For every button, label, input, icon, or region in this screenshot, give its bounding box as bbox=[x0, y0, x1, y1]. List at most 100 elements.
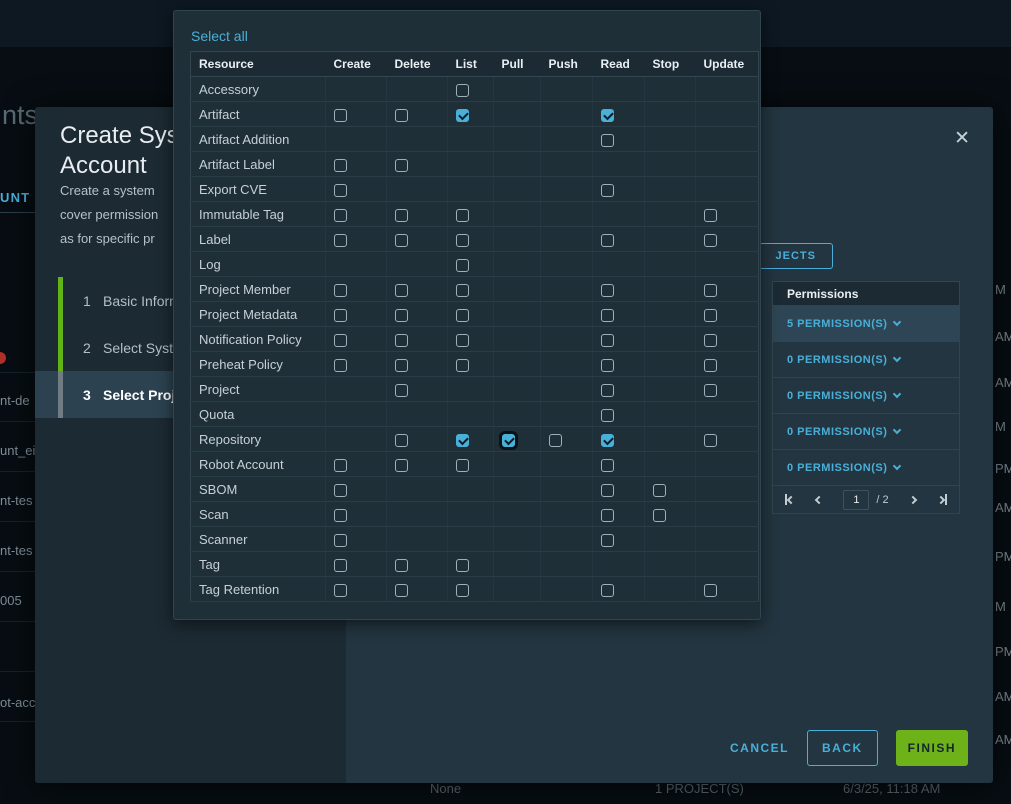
page-input[interactable] bbox=[843, 490, 869, 510]
previous-page-icon[interactable] bbox=[816, 497, 822, 503]
checkbox-notification-policy-create[interactable] bbox=[334, 334, 347, 347]
checkbox-scan-create[interactable] bbox=[334, 509, 347, 522]
checkbox-label-update[interactable] bbox=[704, 234, 717, 247]
matrix-cell bbox=[326, 177, 387, 202]
checkbox-project-member-update[interactable] bbox=[704, 284, 717, 297]
select-all-link[interactable]: Select all bbox=[191, 28, 248, 44]
checkbox-artifact-read[interactable] bbox=[601, 109, 614, 122]
checkbox-label-delete[interactable] bbox=[395, 234, 408, 247]
checkbox-label-create[interactable] bbox=[334, 234, 347, 247]
checkbox-notification-policy-list[interactable] bbox=[456, 334, 469, 347]
background-page-heading-fragment: nts bbox=[2, 100, 38, 131]
checkbox-tag-retention-read[interactable] bbox=[601, 584, 614, 597]
checkbox-project-metadata-update[interactable] bbox=[704, 309, 717, 322]
checkbox-scanner-read[interactable] bbox=[601, 534, 614, 547]
permissions-dropdown-row-1[interactable]: 5 PERMISSION(S) bbox=[772, 306, 960, 342]
permissions-count-label: 0 PERMISSION(S) bbox=[787, 390, 887, 402]
resource-name: Tag Retention bbox=[191, 577, 326, 602]
checkbox-project-metadata-create[interactable] bbox=[334, 309, 347, 322]
permissions-count-label: 0 PERMISSION(S) bbox=[787, 462, 887, 474]
checkbox-repository-list[interactable] bbox=[456, 434, 469, 447]
checkbox-project-metadata-delete[interactable] bbox=[395, 309, 408, 322]
checkbox-tag-retention-delete[interactable] bbox=[395, 584, 408, 597]
checkbox-repository-read[interactable] bbox=[601, 434, 614, 447]
matrix-cell bbox=[494, 577, 541, 602]
checkbox-artifact-label-delete[interactable] bbox=[395, 159, 408, 172]
checkbox-export-cve-read[interactable] bbox=[601, 184, 614, 197]
checkbox-scan-stop[interactable] bbox=[653, 509, 666, 522]
permissions-dropdown-row-5[interactable]: 0 PERMISSION(S) bbox=[772, 450, 960, 486]
matrix-cell bbox=[494, 377, 541, 402]
checkbox-artifact-label-create[interactable] bbox=[334, 159, 347, 172]
checkbox-project-read[interactable] bbox=[601, 384, 614, 397]
checkbox-artifact-list[interactable] bbox=[456, 109, 469, 122]
checkbox-repository-pull[interactable] bbox=[502, 434, 515, 447]
checkbox-preheat-policy-update[interactable] bbox=[704, 359, 717, 372]
checkbox-repository-delete[interactable] bbox=[395, 434, 408, 447]
next-page-icon[interactable] bbox=[910, 497, 916, 503]
checkbox-immutable-tag-create[interactable] bbox=[334, 209, 347, 222]
cancel-button[interactable]: CANCEL bbox=[730, 741, 789, 755]
checkbox-robot-account-delete[interactable] bbox=[395, 459, 408, 472]
checkbox-artifact-create[interactable] bbox=[334, 109, 347, 122]
checkbox-tag-list[interactable] bbox=[456, 559, 469, 572]
checkbox-repository-push[interactable] bbox=[549, 434, 562, 447]
back-button[interactable]: BACK bbox=[807, 730, 878, 766]
checkbox-sbom-create[interactable] bbox=[334, 484, 347, 497]
finish-button[interactable]: FINISH bbox=[896, 730, 968, 766]
last-page-icon[interactable] bbox=[938, 494, 947, 505]
checkbox-repository-update[interactable] bbox=[704, 434, 717, 447]
first-page-icon[interactable] bbox=[785, 494, 794, 505]
checkbox-label-read[interactable] bbox=[601, 234, 614, 247]
checkbox-immutable-tag-list[interactable] bbox=[456, 209, 469, 222]
background-timestamp-fragment: AM bbox=[995, 732, 1011, 747]
checkbox-immutable-tag-delete[interactable] bbox=[395, 209, 408, 222]
checkbox-project-metadata-list[interactable] bbox=[456, 309, 469, 322]
checkbox-notification-policy-delete[interactable] bbox=[395, 334, 408, 347]
checkbox-export-cve-create[interactable] bbox=[334, 184, 347, 197]
checkbox-preheat-policy-delete[interactable] bbox=[395, 359, 408, 372]
checkbox-preheat-policy-list[interactable] bbox=[456, 359, 469, 372]
column-header-update: Update bbox=[696, 52, 759, 77]
checkbox-project-update[interactable] bbox=[704, 384, 717, 397]
checkbox-notification-policy-read[interactable] bbox=[601, 334, 614, 347]
checkbox-scanner-create[interactable] bbox=[334, 534, 347, 547]
column-header-list: List bbox=[448, 52, 494, 77]
checkbox-artifact-delete[interactable] bbox=[395, 109, 408, 122]
checkbox-project-member-create[interactable] bbox=[334, 284, 347, 297]
checkbox-tag-delete[interactable] bbox=[395, 559, 408, 572]
checkbox-notification-policy-update[interactable] bbox=[704, 334, 717, 347]
checkbox-robot-account-read[interactable] bbox=[601, 459, 614, 472]
checkbox-sbom-stop[interactable] bbox=[653, 484, 666, 497]
checkbox-tag-create[interactable] bbox=[334, 559, 347, 572]
checkbox-label-list[interactable] bbox=[456, 234, 469, 247]
checkbox-scan-read[interactable] bbox=[601, 509, 614, 522]
checkbox-log-list[interactable] bbox=[456, 259, 469, 272]
table-row: Artifact Addition bbox=[191, 127, 759, 152]
permissions-dropdown-row-2[interactable]: 0 PERMISSION(S) bbox=[772, 342, 960, 378]
checkbox-accessory-list[interactable] bbox=[456, 84, 469, 97]
permissions-dropdown-row-3[interactable]: 0 PERMISSION(S) bbox=[772, 378, 960, 414]
permissions-matrix-table: ResourceCreateDeleteListPullPushReadStop… bbox=[190, 51, 759, 602]
close-icon[interactable]: ✕ bbox=[954, 129, 970, 148]
checkbox-tag-retention-create[interactable] bbox=[334, 584, 347, 597]
checkbox-project-delete[interactable] bbox=[395, 384, 408, 397]
checkbox-quota-read[interactable] bbox=[601, 409, 614, 422]
checkbox-tag-retention-list[interactable] bbox=[456, 584, 469, 597]
checkbox-immutable-tag-update[interactable] bbox=[704, 209, 717, 222]
checkbox-artifact-addition-read[interactable] bbox=[601, 134, 614, 147]
permissions-dropdown-row-4[interactable]: 0 PERMISSION(S) bbox=[772, 414, 960, 450]
checkbox-robot-account-create[interactable] bbox=[334, 459, 347, 472]
matrix-cell bbox=[593, 102, 645, 127]
checkbox-project-metadata-read[interactable] bbox=[601, 309, 614, 322]
matrix-cell bbox=[593, 227, 645, 252]
checkbox-project-member-read[interactable] bbox=[601, 284, 614, 297]
checkbox-tag-retention-update[interactable] bbox=[704, 584, 717, 597]
matrix-cell bbox=[696, 277, 759, 302]
checkbox-robot-account-list[interactable] bbox=[456, 459, 469, 472]
checkbox-project-member-list[interactable] bbox=[456, 284, 469, 297]
checkbox-preheat-policy-create[interactable] bbox=[334, 359, 347, 372]
checkbox-sbom-read[interactable] bbox=[601, 484, 614, 497]
checkbox-project-member-delete[interactable] bbox=[395, 284, 408, 297]
checkbox-preheat-policy-read[interactable] bbox=[601, 359, 614, 372]
